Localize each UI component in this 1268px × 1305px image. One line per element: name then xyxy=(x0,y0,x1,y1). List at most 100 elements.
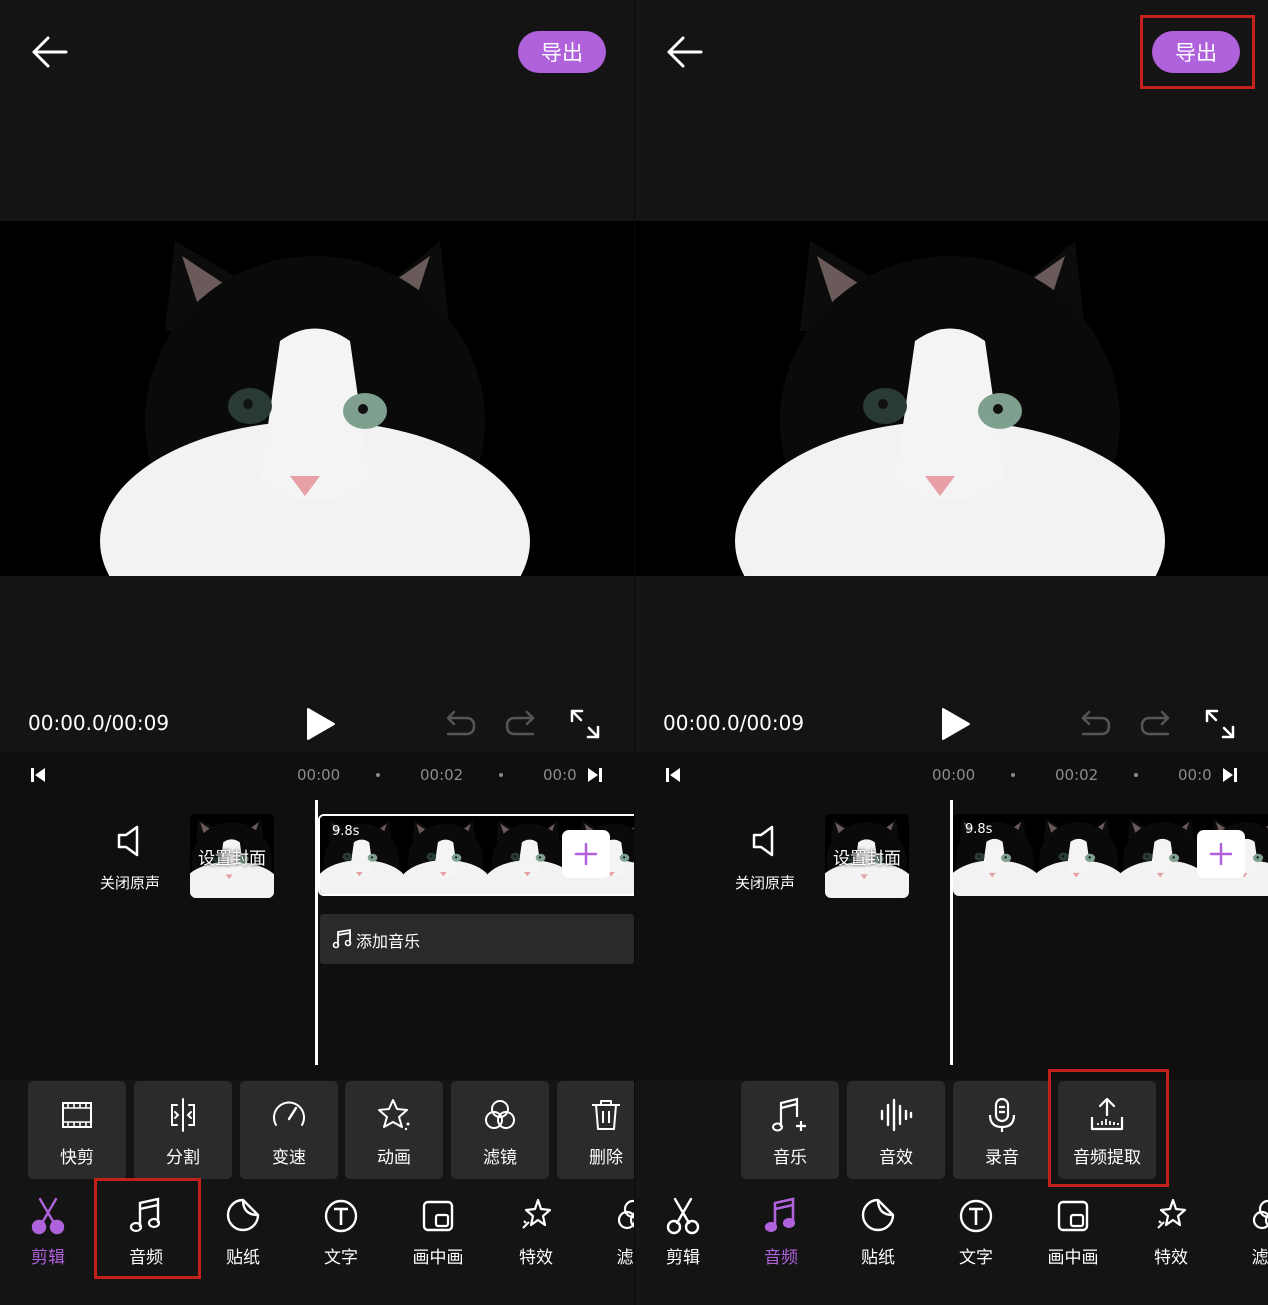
filter-icon xyxy=(485,1100,515,1129)
nav-label: 贴纸 xyxy=(861,1248,895,1268)
nav-label: 特效 xyxy=(1154,1248,1188,1268)
jump-to-end-icon[interactable] xyxy=(587,767,603,783)
tool-filter[interactable]: 滤镜 xyxy=(451,1081,549,1179)
scissors-icon xyxy=(666,1197,700,1235)
tool-label: 录音 xyxy=(985,1148,1019,1168)
redo-icon[interactable] xyxy=(503,708,541,740)
nav-picture-in-picture[interactable]: 画中画 xyxy=(1033,1193,1113,1273)
nav-edit[interactable]: 剪辑 xyxy=(643,1193,723,1273)
jump-to-start-icon[interactable] xyxy=(30,767,46,783)
ruler-tick-label: 00:00 xyxy=(297,766,341,784)
nav-label: 剪辑 xyxy=(666,1248,700,1268)
set-cover-button[interactable]: 设置封面 xyxy=(825,814,909,898)
ruler-tick-label: 00:0 xyxy=(1178,766,1212,784)
set-cover-button[interactable]: 设置封面 xyxy=(190,814,274,898)
cat-image xyxy=(0,221,634,576)
nav-label: 文字 xyxy=(324,1248,358,1268)
nav-edit[interactable]: 剪辑 xyxy=(8,1193,88,1273)
picture-in-picture-icon xyxy=(422,1200,454,1232)
nav-text[interactable]: 文字 xyxy=(936,1193,1016,1273)
tool-delete[interactable]: 删除 xyxy=(557,1081,634,1179)
add-music-label: 添加音乐 xyxy=(356,932,421,951)
quick-cut-icon xyxy=(62,1102,92,1128)
tool-label: 滤镜 xyxy=(483,1148,517,1168)
export-button[interactable]: 导出 xyxy=(518,31,606,73)
clip-frame xyxy=(404,816,488,894)
picture-in-picture-icon xyxy=(1057,1200,1089,1232)
mute-original-button[interactable]: 关闭原声 xyxy=(725,824,805,894)
nav-label: 剪辑 xyxy=(31,1248,65,1268)
tool-label: 动画 xyxy=(377,1148,411,1168)
ruler-tick-label: 00:02 xyxy=(1055,766,1099,784)
text-icon xyxy=(324,1199,358,1233)
add-clip-button[interactable] xyxy=(1197,830,1245,878)
nav-audio[interactable]: 音频 xyxy=(741,1193,821,1273)
ruler-dot xyxy=(499,773,503,777)
effects-icon xyxy=(1157,1198,1187,1229)
highlight-box-audio xyxy=(94,1178,201,1279)
playback-time: 00:00.0/00:09 xyxy=(28,711,170,735)
mute-original-label: 关闭原声 xyxy=(99,874,160,892)
nav-text[interactable]: 文字 xyxy=(301,1193,381,1273)
redo-icon[interactable] xyxy=(1138,708,1176,740)
speaker-icon xyxy=(117,825,139,857)
nav-filter[interactable]: 滤 xyxy=(1228,1193,1268,1273)
nav-sticker[interactable]: 贴纸 xyxy=(838,1193,918,1273)
filter-icon xyxy=(1252,1199,1268,1230)
ruler-dot xyxy=(376,773,380,777)
tool-label: 删除 xyxy=(589,1148,623,1168)
tool-speed[interactable]: 变速 xyxy=(240,1081,338,1179)
playback-time: 00:00.0/00:09 xyxy=(663,711,805,735)
add-music-track[interactable]: 添加音乐 xyxy=(320,914,634,964)
nav-filter[interactable]: 滤 xyxy=(593,1193,634,1273)
tool-music[interactable]: 音乐 xyxy=(741,1081,839,1179)
speed-icon xyxy=(273,1101,305,1126)
jump-to-end-icon[interactable] xyxy=(1222,767,1238,783)
nav-picture-in-picture[interactable]: 画中画 xyxy=(398,1193,478,1273)
back-arrow-icon[interactable] xyxy=(28,30,72,74)
tool-split[interactable]: 分割 xyxy=(134,1081,232,1179)
speaker-icon xyxy=(752,825,774,857)
music-note-icon xyxy=(764,1197,796,1233)
nav-effects[interactable]: 特效 xyxy=(1131,1193,1211,1273)
play-icon[interactable] xyxy=(937,705,973,743)
tool-animation[interactable]: 动画 xyxy=(345,1081,443,1179)
fullscreen-icon[interactable] xyxy=(568,707,602,741)
video-preview xyxy=(0,221,634,576)
add-clip-button[interactable] xyxy=(562,830,610,878)
undo-icon[interactable] xyxy=(440,708,478,740)
tool-label: 分割 xyxy=(166,1148,200,1168)
nav-effects[interactable]: 特效 xyxy=(496,1193,576,1273)
nav-sticker[interactable]: 贴纸 xyxy=(203,1193,283,1273)
playhead[interactable] xyxy=(950,800,953,1065)
ruler-dot xyxy=(1134,773,1138,777)
effects-icon xyxy=(522,1198,552,1229)
play-icon[interactable] xyxy=(302,705,338,743)
tool-record[interactable]: 录音 xyxy=(953,1081,1051,1179)
nav-label: 音频 xyxy=(764,1248,798,1268)
add-music-icon xyxy=(772,1097,806,1132)
split-icon xyxy=(171,1098,195,1132)
tool-label: 音乐 xyxy=(773,1148,807,1168)
sound-effect-icon xyxy=(880,1098,913,1132)
playhead[interactable] xyxy=(315,800,318,1065)
nav-label: 文字 xyxy=(959,1248,993,1268)
fullscreen-icon[interactable] xyxy=(1203,707,1237,741)
set-cover-label: 设置封面 xyxy=(198,848,266,869)
nav-label: 滤 xyxy=(1251,1248,1268,1268)
clip-frame xyxy=(488,816,572,894)
sticker-icon xyxy=(861,1198,895,1232)
clip-duration: 9.8s xyxy=(965,822,993,837)
tool-sound-effect[interactable]: 音效 xyxy=(847,1081,945,1179)
back-arrow-icon[interactable] xyxy=(663,30,707,74)
jump-to-start-icon[interactable] xyxy=(665,767,681,783)
mute-original-button[interactable]: 关闭原声 xyxy=(90,824,170,894)
sticker-icon xyxy=(226,1198,260,1232)
tool-quick-cut[interactable]: 快剪 xyxy=(28,1081,126,1179)
music-note-icon xyxy=(332,928,352,949)
undo-icon[interactable] xyxy=(1075,708,1113,740)
text-icon xyxy=(959,1199,993,1233)
ruler-tick-label: 00:00 xyxy=(932,766,976,784)
microphone-icon xyxy=(988,1097,1016,1132)
clip-frame xyxy=(1037,814,1121,896)
